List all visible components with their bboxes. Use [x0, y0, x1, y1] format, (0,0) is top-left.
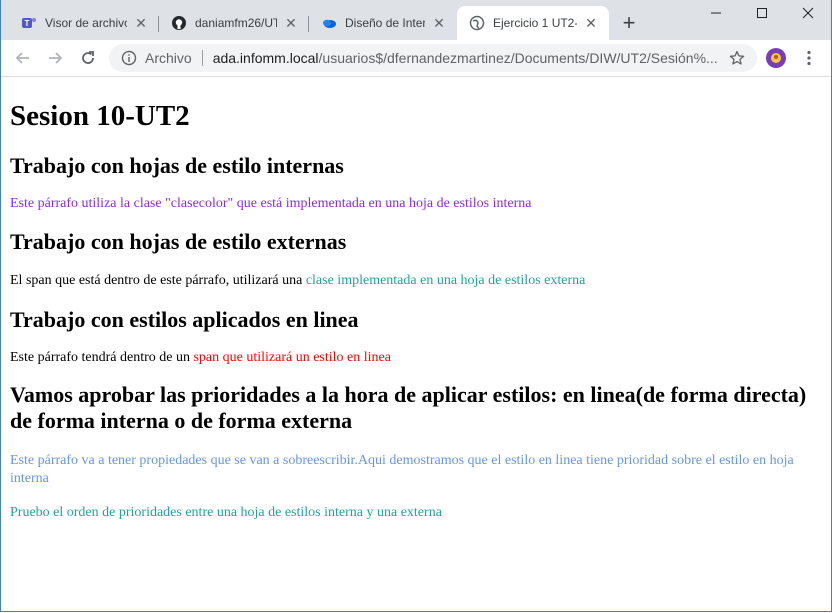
- profile-avatar-icon[interactable]: [766, 48, 786, 68]
- tab-title: Ejercicio 1 UT2-: [493, 16, 577, 30]
- heading-inline-styles: Trabajo con estilos aplicados en linea: [10, 307, 359, 332]
- tab-visor-archivos[interactable]: T Visor de archivos ✕: [9, 6, 159, 40]
- globe-icon: [469, 15, 485, 31]
- back-arrow-icon[interactable]: [11, 46, 35, 70]
- span-inline-style: span que utilizará un estilo en linea: [193, 350, 391, 365]
- page-title: Sesion 10-UT2: [10, 100, 190, 132]
- reload-icon[interactable]: [76, 46, 100, 70]
- info-icon[interactable]: [121, 50, 137, 66]
- page-content: Sesion 10-UT2 Trabajo con hojas de estil…: [10, 77, 825, 522]
- scheme-label: Archivo: [145, 50, 192, 66]
- tab-ejercicio-active[interactable]: Ejercicio 1 UT2- ✕: [457, 6, 609, 40]
- address-divider: [201, 50, 203, 66]
- paragraph-text: Este párrafo tendrá dentro de un: [10, 350, 194, 365]
- paragraph-text: El span que está dentro de este párrafo,…: [10, 273, 306, 288]
- new-tab-icon[interactable]: +: [617, 12, 641, 36]
- paragraph-external: El span que está dentro de este párrafo,…: [10, 272, 825, 290]
- tab-title: Diseño de Interf: [345, 16, 425, 30]
- onedrive-icon: [321, 15, 337, 31]
- svg-text:T: T: [25, 19, 30, 28]
- minimize-icon[interactable]: [693, 0, 739, 26]
- forward-arrow-icon[interactable]: [43, 46, 67, 70]
- heading-internal-styles: Trabajo con hojas de estilo internas: [10, 153, 344, 178]
- maximize-icon[interactable]: [739, 0, 785, 26]
- tab-github[interactable]: daniamfm26/UT ✕: [159, 6, 309, 40]
- close-tab-icon[interactable]: ✕: [431, 15, 447, 31]
- close-tab-icon[interactable]: ✕: [133, 15, 149, 31]
- tab-diseno-interfaces[interactable]: Diseño de Interf ✕: [309, 6, 457, 40]
- address-path: /usuarios$/dfernandezmartinez/Documents/…: [318, 50, 718, 66]
- tab-title: daniamfm26/UT: [195, 16, 277, 30]
- browser-toolbar: Archivo ada.infomm.local /usuarios$/dfer…: [1, 40, 831, 77]
- paragraph-internal-class: Este párrafo utiliza la clase "clasecolo…: [10, 196, 532, 211]
- menu-kebab-icon[interactable]: [797, 46, 821, 70]
- heading-external-styles: Trabajo con hojas de estilo externas: [10, 229, 347, 254]
- browser-window: T Visor de archivos ✕ daniamfm26/UT ✕ Di…: [0, 0, 832, 612]
- tab-strip: T Visor de archivos ✕ daniamfm26/UT ✕ Di…: [1, 0, 831, 40]
- address-host: ada.infomm.local: [212, 50, 319, 66]
- paragraph-priority-order: Pruebo el orden de prioridades entre una…: [10, 505, 442, 520]
- address-bar[interactable]: Archivo ada.infomm.local /usuarios$/dfer…: [109, 44, 757, 72]
- close-window-icon[interactable]: [785, 0, 831, 26]
- tab-title: Visor de archivos: [45, 16, 127, 30]
- teams-icon: T: [21, 15, 37, 31]
- paragraph-priority-inline: Este párrafo va a tener propiedades que …: [10, 453, 794, 486]
- close-tab-icon[interactable]: ✕: [583, 15, 599, 31]
- heading-priorities: Vamos aprobar las prioridades a la hora …: [10, 382, 807, 433]
- close-tab-icon[interactable]: ✕: [283, 15, 299, 31]
- github-icon: [171, 15, 187, 31]
- paragraph-inline: Este párrafo tendrá dentro de un span qu…: [10, 349, 825, 367]
- bookmark-star-icon[interactable]: [725, 46, 749, 70]
- span-external-class: clase implementada en una hoja de estilo…: [305, 273, 586, 288]
